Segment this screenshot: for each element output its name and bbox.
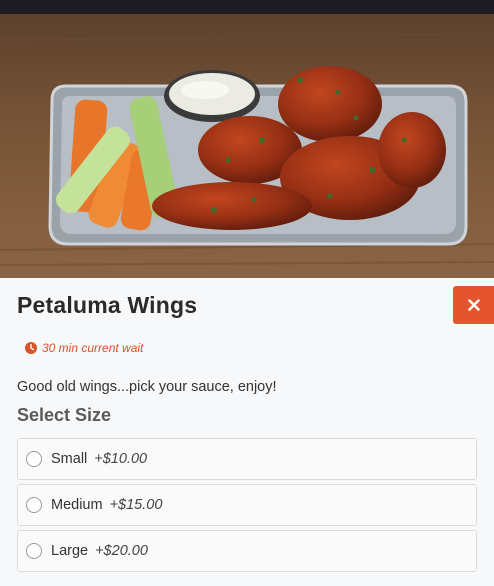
size-option-label: Large [51, 543, 89, 559]
wait-time: 30 min current wait [25, 341, 143, 355]
wings-photo-illustration [0, 0, 494, 278]
size-option-medium[interactable]: Medium +$15.00 [17, 484, 477, 526]
size-option-small[interactable]: Small +$10.00 [17, 438, 477, 480]
radio-icon[interactable] [26, 497, 42, 513]
clock-icon [25, 342, 37, 354]
size-section-title: Select Size [17, 405, 112, 425]
size-option-price: +$15.00 [109, 497, 163, 513]
size-option-price: +$10.00 [94, 451, 148, 467]
close-icon [467, 299, 480, 311]
size-option-label: Small [51, 451, 88, 467]
close-button[interactable] [453, 286, 494, 324]
size-option-price: +$20.00 [95, 543, 148, 559]
size-option-label: Medium [51, 497, 103, 513]
radio-icon[interactable] [26, 543, 42, 559]
item-detail-panel: Petaluma Wings 30 min current wait Good … [0, 278, 494, 586]
item-description: Good old wings...pick your sauce, enjoy! [17, 379, 277, 395]
wait-time-text: 30 min current wait [42, 341, 144, 355]
size-options: Small +$10.00 Medium +$15.00 Large +$20.… [17, 438, 477, 576]
item-title: Petaluma Wings [17, 292, 198, 318]
size-option-large[interactable]: Large +$20.00 [17, 530, 477, 572]
item-photo [0, 0, 494, 278]
radio-icon[interactable] [26, 451, 42, 467]
